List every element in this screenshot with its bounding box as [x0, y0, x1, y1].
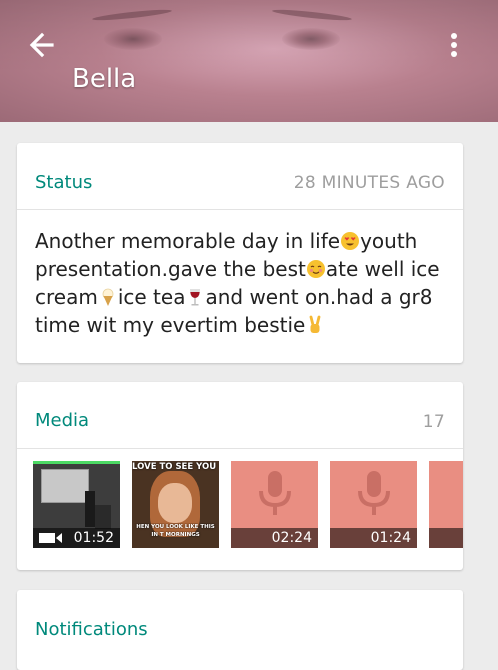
ice-cream-emoji: [102, 288, 114, 306]
photo-detail: [104, 28, 162, 50]
contact-name: Bella: [72, 64, 137, 94]
arrow-left-icon: [29, 32, 54, 58]
status-text-part: Another memorable day in life: [35, 229, 341, 253]
status-card-header: Status 28 MINUTES AGO: [17, 143, 463, 210]
thumb-accent: [33, 461, 120, 464]
presenter-figure: [85, 491, 95, 527]
status-message: Another memorable day in life youth prese…: [35, 227, 455, 339]
thumb-bar: [429, 528, 463, 548]
back-button[interactable]: [22, 26, 62, 66]
meme-face: [158, 483, 192, 523]
video-camera-icon: [39, 533, 62, 543]
notifications-label: Notifications: [35, 619, 148, 640]
heart-eyes-emoji: [341, 232, 360, 250]
media-thumb-audio[interactable]: 02:24: [231, 461, 318, 548]
media-thumb-image[interactable]: LOVE TO SEE YOU GIR HEN YOU LOOK LIKE TH…: [132, 461, 219, 548]
microphone-icon: [259, 471, 291, 515]
victory-hand-emoji: [309, 315, 321, 333]
media-card-header[interactable]: Media 17: [17, 382, 463, 449]
podium: [95, 505, 111, 529]
media-thumb-video[interactable]: 01:52: [33, 461, 120, 548]
video-duration: 01:52: [73, 530, 114, 546]
meme-caption-top: LOVE TO SEE YOU GIR: [132, 462, 219, 472]
status-card: Status 28 MINUTES AGO Another memorable …: [17, 143, 463, 363]
notifications-card[interactable]: Notifications: [17, 590, 463, 670]
overflow-menu-button[interactable]: [440, 28, 468, 68]
profile-header: Bella: [0, 0, 498, 122]
media-count: 17: [422, 412, 445, 432]
media-label: Media: [35, 410, 90, 431]
status-label: Status: [35, 172, 93, 193]
smiling-blush-emoji: [306, 260, 325, 278]
media-card: Media 17 01:52 LOVE TO SEE YOU GIR HEN Y…: [17, 382, 463, 570]
media-thumb-audio[interactable]: 01:24: [330, 461, 417, 548]
photo-detail: [282, 28, 340, 50]
projector-screen: [41, 469, 89, 503]
meme-caption-bottom: HEN YOU LOOK LIKE THIS IN T MORNINGS: [136, 524, 215, 538]
more-vert-icon: [451, 33, 457, 57]
media-thumb-audio[interactable]: [429, 461, 463, 548]
media-strip[interactable]: 01:52 LOVE TO SEE YOU GIR HEN YOU LOOK L…: [33, 461, 463, 549]
audio-duration: 02:24: [271, 530, 312, 546]
microphone-icon: [358, 471, 390, 515]
status-text-part: ice tea: [117, 285, 186, 309]
audio-duration: 01:24: [370, 530, 411, 546]
status-timestamp: 28 MINUTES AGO: [293, 173, 445, 193]
header-photo: [0, 0, 498, 122]
wine-glass-emoji: [190, 289, 201, 306]
